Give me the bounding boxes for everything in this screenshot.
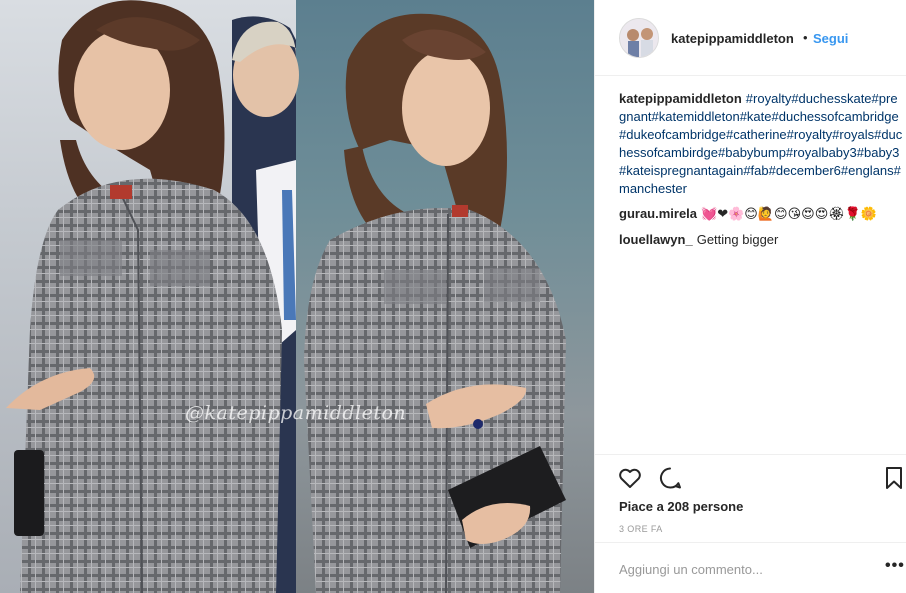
post-photo[interactable]: @katepippamiddleton [0,0,594,593]
comment-text: Getting bigger [696,232,779,247]
post-owner-username[interactable]: katepippamiddleton [671,31,794,46]
post-sidebar: katepippamiddleton • Segui katepippamidd… [594,0,906,593]
follow-button[interactable]: Segui [813,31,848,46]
add-comment-bar: ••• [595,542,906,593]
comment-text: 💓❤🌸😊🙋😊😘😍😍🏵🌹🌼 [701,207,878,222]
more-options-button[interactable]: ••• [885,557,905,575]
comment-caption: katepippamiddleton #royalty#duchesskate#p… [619,90,903,198]
post-header: katepippamiddleton • Segui [595,0,906,76]
header-separator: • [803,30,808,45]
post-timestamp[interactable]: 3 ORE FA [619,524,663,534]
comment-username[interactable]: louellawyn_ [619,232,693,247]
comments-list: katepippamiddleton #royalty#duchesskate#p… [619,90,903,256]
likes-count[interactable]: Piace a 208 persone [619,499,743,514]
photo-watermark: @katepippamiddleton [185,402,407,424]
comment-username[interactable]: gurau.mirela [619,206,697,221]
speech-bubble-icon[interactable] [657,465,683,491]
comment-username[interactable]: katepippamiddleton [619,91,742,106]
comment-item: louellawyn_ Getting bigger [619,231,903,249]
comment-item: gurau.mirela 💓❤🌸😊🙋😊😘😍😍🏵🌹🌼 [619,205,903,224]
comment-input[interactable] [619,559,869,579]
photo-illustration [6,0,566,593]
heart-outline-icon[interactable] [617,465,643,491]
caption-hashtags[interactable]: #royalty#duchesskate#pregnant#katemiddle… [619,91,902,196]
bookmark-icon[interactable] [881,465,906,491]
avatar[interactable] [619,18,659,58]
post-actions: Piace a 208 persone 3 ORE FA [595,454,906,542]
